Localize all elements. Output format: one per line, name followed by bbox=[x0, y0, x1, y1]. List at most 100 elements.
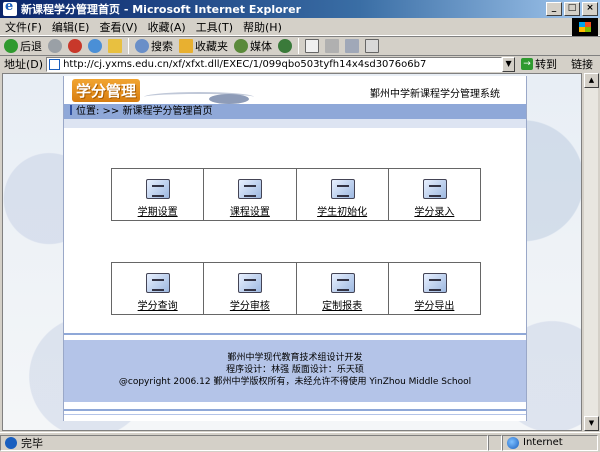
window-title: 新课程学分管理首页 - Microsoft Internet Explorer bbox=[21, 3, 301, 16]
menu-edit[interactable]: 编辑(E) bbox=[47, 19, 95, 35]
site-logo: 学分管理 bbox=[72, 79, 141, 102]
home-icon bbox=[108, 39, 122, 53]
toolbar-separator bbox=[298, 38, 299, 54]
credit-query-tile[interactable]: 学分查询 bbox=[112, 263, 205, 314]
zone-text: Internet bbox=[523, 437, 563, 448]
scroll-down-button[interactable]: ▼ bbox=[584, 416, 599, 431]
discuss-button[interactable] bbox=[365, 39, 379, 53]
media-icon bbox=[234, 39, 248, 53]
history-icon bbox=[278, 39, 292, 53]
term-settings-tile[interactable]: 学期设置 bbox=[112, 169, 205, 220]
student-init-tile[interactable]: 学生初始化 bbox=[296, 169, 389, 220]
go-button[interactable]: → 转到 bbox=[521, 56, 557, 72]
home-button[interactable] bbox=[108, 39, 122, 53]
address-bar: 地址(D) http://cj.yxms.edu.cn/xf/xfxt.dll/… bbox=[0, 56, 600, 72]
student-init-link[interactable]: 学生初始化 bbox=[297, 203, 388, 218]
credit-entry-tile[interactable]: 学分录入 bbox=[388, 169, 480, 220]
report-icon bbox=[330, 273, 355, 293]
credit-review-link[interactable]: 学分审核 bbox=[204, 297, 295, 312]
windows-logo-icon bbox=[572, 18, 598, 36]
address-input[interactable]: http://cj.yxms.edu.cn/xf/xfxt.dll/EXEC/1… bbox=[46, 56, 503, 72]
back-button[interactable]: 后退 bbox=[4, 38, 42, 54]
credit-export-tile[interactable]: 学分导出 bbox=[388, 263, 480, 314]
credit-review-tile[interactable]: 学分审核 bbox=[204, 263, 297, 314]
media-button[interactable]: 媒体 bbox=[234, 38, 272, 54]
favorites-icon bbox=[179, 39, 193, 53]
search-label: 搜索 bbox=[151, 40, 173, 53]
go-arrow-icon: → bbox=[521, 58, 534, 70]
maximize-button[interactable]: □ bbox=[564, 2, 580, 16]
ie-status-icon bbox=[5, 436, 17, 449]
credit-export-link[interactable]: 学分导出 bbox=[389, 297, 480, 312]
term-settings-link[interactable]: 学期设置 bbox=[112, 203, 203, 218]
menu-favorites[interactable]: 收藏(A) bbox=[143, 19, 191, 35]
globe-icon bbox=[507, 436, 519, 449]
course-icon bbox=[238, 179, 263, 199]
page-content: 学分管理 鄞州中学新课程学分管理系统 位置: >> 新课程学分管理首页 学期设置… bbox=[2, 73, 582, 431]
status-bar: 完毕 Internet bbox=[0, 432, 600, 452]
credit-query-link[interactable]: 学分查询 bbox=[112, 297, 203, 312]
course-settings-link[interactable]: 课程设置 bbox=[204, 203, 295, 218]
stop-button[interactable] bbox=[68, 39, 82, 53]
main-panel: 学分管理 鄞州中学新课程学分管理系统 位置: >> 新课程学分管理首页 学期设置… bbox=[63, 76, 527, 421]
title-bar[interactable]: 新课程学分管理首页 - Microsoft Internet Explorer … bbox=[0, 0, 600, 18]
divider bbox=[64, 409, 526, 411]
back-arrow-icon bbox=[4, 39, 18, 53]
status-cell bbox=[488, 434, 502, 451]
review-icon bbox=[238, 273, 263, 293]
status-text: 完毕 bbox=[21, 436, 43, 450]
back-label: 后退 bbox=[20, 40, 42, 53]
system-title: 鄞州中学新课程学分管理系统 bbox=[370, 89, 500, 100]
edit-button[interactable] bbox=[345, 39, 359, 53]
breadcrumb-text: 位置: >> 新课程学分管理首页 bbox=[76, 106, 213, 117]
student-icon bbox=[330, 179, 355, 199]
address-dropdown-button[interactable]: ▼ bbox=[502, 56, 516, 72]
custom-report-tile[interactable]: 定制报表 bbox=[296, 263, 389, 314]
refresh-icon bbox=[88, 39, 102, 53]
mail-button[interactable] bbox=[305, 39, 319, 53]
divider bbox=[64, 333, 526, 335]
menu-help[interactable]: 帮助(H) bbox=[238, 19, 287, 35]
custom-report-link[interactable]: 定制报表 bbox=[297, 297, 388, 312]
address-label: 地址(D) bbox=[4, 58, 44, 71]
refresh-button[interactable] bbox=[88, 39, 102, 53]
credit-entry-link[interactable]: 学分录入 bbox=[389, 203, 480, 218]
print-icon bbox=[325, 39, 339, 53]
scroll-up-button[interactable]: ▲ bbox=[584, 73, 599, 88]
breadcrumb: 位置: >> 新课程学分管理首页 bbox=[64, 104, 526, 119]
menu-file[interactable]: 文件(F) bbox=[0, 19, 47, 35]
favorites-label: 收藏夹 bbox=[195, 40, 228, 53]
vertical-scrollbar[interactable]: ▲ ▼ bbox=[583, 73, 599, 431]
footer-copyright: @copyright 2006.12 鄞州中学版权所有，未经允许不得使用 Yin… bbox=[118, 377, 472, 387]
favorites-button[interactable]: 收藏夹 bbox=[179, 38, 228, 54]
close-button[interactable]: × bbox=[582, 2, 598, 16]
menu-tools[interactable]: 工具(T) bbox=[191, 19, 238, 35]
course-settings-tile[interactable]: 课程设置 bbox=[204, 169, 297, 220]
sub-bar bbox=[64, 119, 526, 128]
forward-arrow-icon bbox=[48, 39, 62, 53]
window-controls: _ □ × bbox=[546, 2, 598, 16]
footer-developer: 鄞州中学现代教育技术组设计开发 bbox=[227, 353, 363, 363]
menu-bar: 文件(F) 编辑(E) 查看(V) 收藏(A) 工具(T) 帮助(H) bbox=[0, 18, 600, 36]
status-text-area: 完毕 bbox=[0, 434, 488, 451]
links-button[interactable]: 链接 bbox=[571, 56, 593, 72]
go-label: 转到 bbox=[535, 58, 558, 71]
security-zone: Internet bbox=[502, 434, 598, 451]
breadcrumb-marker bbox=[70, 105, 72, 115]
banner: 学分管理 鄞州中学新课程学分管理系统 bbox=[64, 76, 526, 104]
minimize-button[interactable]: _ bbox=[546, 2, 562, 16]
calendar-icon bbox=[146, 179, 170, 199]
function-grid-row1: 学期设置 课程设置 学生初始化 学分录入 bbox=[111, 168, 481, 221]
pen-entry-icon bbox=[422, 179, 447, 199]
media-label: 媒体 bbox=[250, 40, 272, 53]
search-button[interactable]: 搜索 bbox=[135, 38, 173, 54]
print-button[interactable] bbox=[325, 39, 339, 53]
forward-button[interactable] bbox=[48, 39, 62, 53]
history-button[interactable] bbox=[278, 39, 292, 53]
footer-credits: 程序设计：林强 版面设计：乐天硕 bbox=[226, 365, 364, 375]
menu-view[interactable]: 查看(V) bbox=[94, 19, 142, 35]
address-url: http://cj.yxms.edu.cn/xf/xfxt.dll/EXEC/1… bbox=[63, 58, 427, 70]
ie-icon bbox=[3, 0, 17, 16]
magnifier-icon bbox=[146, 273, 170, 293]
edit-icon bbox=[345, 39, 359, 53]
